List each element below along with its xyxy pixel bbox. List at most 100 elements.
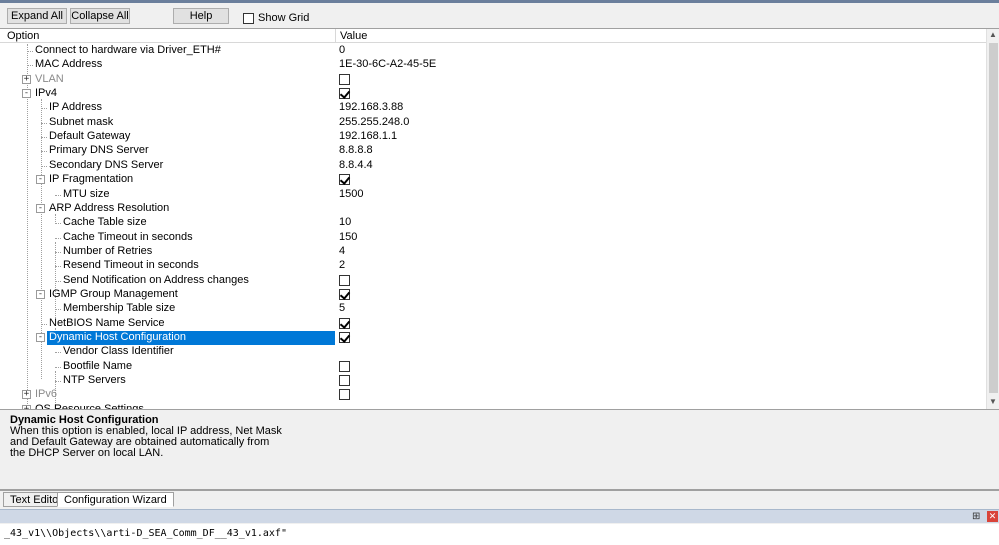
option-name[interactable]: Primary DNS Server [47, 144, 151, 158]
option-value[interactable]: 10 [339, 216, 351, 230]
option-name[interactable]: Membership Table size [61, 302, 177, 316]
grid-row[interactable]: NTP Servers [0, 374, 986, 388]
tab-configuration-wizard[interactable]: Configuration Wizard [57, 492, 174, 507]
option-name[interactable]: NetBIOS Name Service [47, 317, 167, 331]
grid-row[interactable]: - IPv4 [0, 87, 986, 101]
option-name[interactable]: IGMP Group Management [47, 288, 180, 302]
option-name[interactable]: IP Address [47, 101, 104, 115]
expand-icon[interactable]: + [22, 74, 31, 84]
grid-row[interactable]: Default Gateway 192.168.1.1 [0, 130, 986, 144]
option-name[interactable]: Send Notification on Address changes [61, 274, 251, 288]
output-pane-titlebar: ⊞ ✕ [0, 509, 999, 523]
column-divider[interactable] [335, 29, 336, 43]
option-name[interactable]: Default Gateway [47, 130, 132, 144]
show-grid-checkbox[interactable] [243, 12, 254, 24]
collapse-all-button[interactable]: Collapse All [70, 8, 130, 24]
option-value[interactable]: 0 [339, 44, 345, 58]
close-icon[interactable]: ✕ [987, 511, 998, 522]
option-value[interactable]: 192.168.1.1 [339, 130, 397, 144]
grid-row[interactable]: Resend Timeout in seconds 2 [0, 259, 986, 273]
option-value[interactable]: 1500 [339, 188, 363, 202]
option-name[interactable]: MTU size [61, 188, 111, 202]
option-name[interactable]: ARP Address Resolution [47, 202, 171, 216]
option-name[interactable]: NTP Servers [61, 374, 128, 388]
grid-row[interactable]: MTU size 1500 [0, 188, 986, 202]
grid-row[interactable]: - IGMP Group Management [0, 288, 986, 302]
option-value[interactable]: 2 [339, 259, 345, 273]
grid-row[interactable]: Number of Retries 4 [0, 245, 986, 259]
collapse-icon[interactable]: - [36, 203, 45, 213]
grid-row[interactable]: - Dynamic Host Configuration [0, 331, 986, 345]
option-name[interactable]: Subnet mask [47, 116, 115, 130]
option-name[interactable]: OS Resource Settings [33, 403, 146, 409]
grid-row[interactable]: Cache Table size 10 [0, 216, 986, 230]
grid-row[interactable]: MAC Address 1E-30-6C-A2-45-5E [0, 58, 986, 72]
scroll-up-arrow-icon[interactable]: ▲ [987, 29, 999, 41]
option-name[interactable]: MAC Address [33, 58, 104, 72]
expand-icon[interactable]: + [22, 390, 31, 400]
option-value[interactable]: 4 [339, 245, 345, 259]
option-value[interactable]: 5 [339, 302, 345, 316]
grid-row[interactable]: IP Address 192.168.3.88 [0, 101, 986, 115]
option-name[interactable]: Connect to hardware via Driver_ETH# [33, 44, 223, 58]
grid-row[interactable]: Secondary DNS Server 8.8.4.4 [0, 159, 986, 173]
description-text: When this option is enabled, local IP ad… [10, 425, 282, 459]
collapse-icon[interactable]: - [36, 289, 45, 299]
option-column-header[interactable]: Option [7, 30, 39, 42]
option-name[interactable]: Cache Table size [61, 216, 149, 230]
option-checkbox[interactable] [339, 73, 350, 85]
grid-rows: Connect to hardware via Driver_ETH# 0 MAC … [0, 44, 986, 409]
option-name[interactable]: Dynamic Host Configuration [47, 331, 335, 345]
grid-row[interactable]: + VLAN [0, 73, 986, 87]
option-name[interactable]: Resend Timeout in seconds [61, 259, 201, 273]
option-name[interactable]: Cache Timeout in seconds [61, 231, 195, 245]
option-value[interactable]: 255.255.248.0 [339, 116, 409, 130]
scrollbar-thumb[interactable] [989, 43, 998, 393]
grid-row[interactable]: Vendor Class Identifier [0, 345, 986, 359]
help-button[interactable]: Help [173, 8, 229, 24]
grid-row[interactable]: - ARP Address Resolution [0, 202, 986, 216]
option-checkbox[interactable] [339, 332, 350, 343]
show-grid-toggle[interactable]: Show Grid [243, 11, 309, 25]
option-checkbox[interactable] [339, 317, 350, 329]
vertical-scrollbar[interactable]: ▲ ▼ [986, 29, 999, 409]
value-column-header[interactable]: Value [340, 30, 367, 42]
option-name[interactable]: Vendor Class Identifier [61, 345, 176, 359]
option-name[interactable]: IP Fragmentation [47, 173, 135, 187]
option-value[interactable]: 8.8.8.8 [339, 144, 373, 158]
option-checkbox[interactable] [339, 389, 350, 401]
option-value[interactable]: 192.168.3.88 [339, 101, 403, 115]
grid-row[interactable]: Bootfile Name [0, 360, 986, 374]
option-value[interactable]: 8.8.4.4 [339, 159, 373, 173]
option-value[interactable]: 1E-30-6C-A2-45-5E [339, 58, 436, 72]
option-checkbox[interactable] [339, 375, 350, 387]
option-checkbox[interactable] [339, 274, 350, 286]
grid-row[interactable]: Membership Table size 5 [0, 302, 986, 316]
option-name[interactable]: Secondary DNS Server [47, 159, 165, 173]
option-name[interactable]: IPv4 [33, 87, 59, 101]
option-checkbox[interactable] [339, 360, 350, 372]
option-name[interactable]: VLAN [33, 73, 66, 87]
grid-row[interactable]: NetBIOS Name Service [0, 317, 986, 331]
option-value[interactable]: 150 [339, 231, 357, 245]
grid-row[interactable]: - IP Fragmentation [0, 173, 986, 187]
grid-row[interactable]: Cache Timeout in seconds 150 [0, 231, 986, 245]
grid-row[interactable]: Subnet mask 255.255.248.0 [0, 116, 986, 130]
option-name[interactable]: Number of Retries [61, 245, 154, 259]
collapse-icon[interactable]: - [36, 333, 45, 342]
grid-row[interactable]: Primary DNS Server 8.8.8.8 [0, 144, 986, 158]
grid-row[interactable]: + OS Resource Settings [0, 403, 986, 409]
option-checkbox[interactable] [339, 174, 350, 186]
collapse-icon[interactable]: - [36, 175, 45, 185]
collapse-icon[interactable]: - [22, 89, 31, 99]
option-checkbox[interactable] [339, 88, 350, 100]
option-name[interactable]: Bootfile Name [61, 360, 134, 374]
pin-icon[interactable]: ⊞ [972, 510, 980, 523]
grid-row[interactable]: Connect to hardware via Driver_ETH# 0 [0, 44, 986, 58]
expand-all-button[interactable]: Expand All [7, 8, 67, 24]
grid-row[interactable]: Send Notification on Address changes [0, 274, 986, 288]
scroll-down-arrow-icon[interactable]: ▼ [987, 396, 999, 408]
option-checkbox[interactable] [339, 288, 350, 300]
option-name[interactable]: IPv6 [33, 388, 59, 402]
grid-row[interactable]: + IPv6 [0, 388, 986, 402]
